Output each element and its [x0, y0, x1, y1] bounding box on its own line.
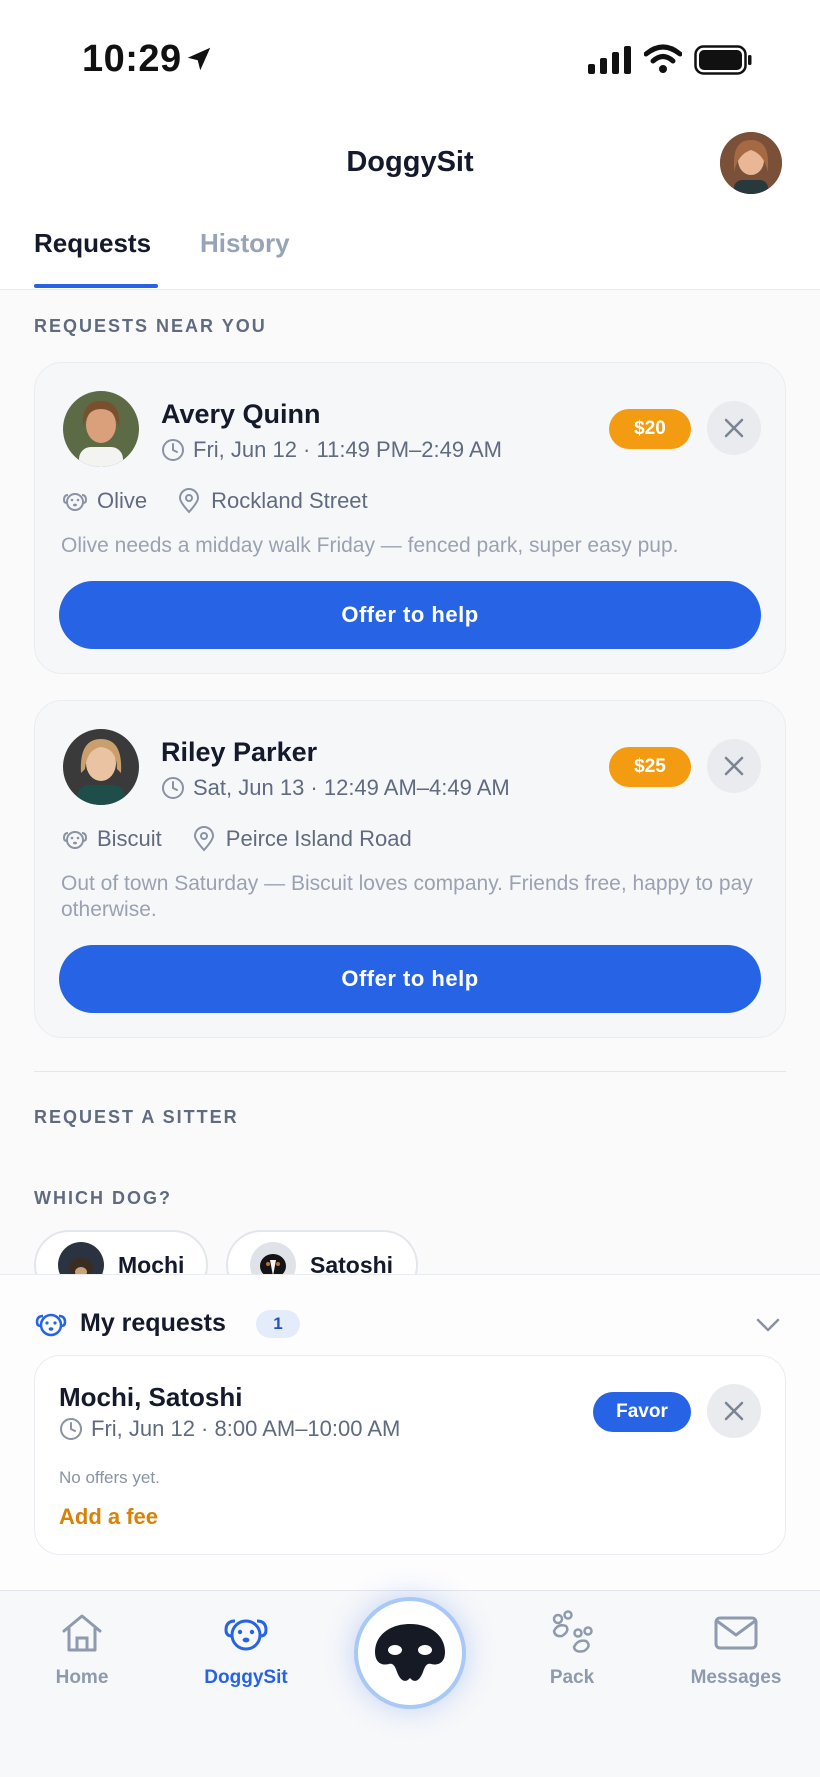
nav-label: Pack [549, 1667, 595, 1688]
clock-icon [162, 439, 184, 461]
bottom-nav: Home DoggySit Pack Messages [0, 1590, 820, 1777]
status-time: 10:29 [82, 38, 182, 80]
request-meta: Olive Rockland Street [61, 487, 396, 515]
my-request-status: No offers yet. [59, 1468, 160, 1487]
request-description: Olive needs a midday walk Friday — fence… [61, 534, 679, 557]
favor-badge: Favor [593, 1392, 691, 1432]
requester-name: Avery Quinn [161, 399, 321, 429]
nav-item-doggysit[interactable]: DoggySit [176, 1609, 316, 1689]
status-bar: 10:29 [0, 0, 820, 110]
dog-name: Olive [97, 488, 148, 513]
section-label-nearby: REQUESTS NEAR YOU [34, 316, 267, 336]
offer-to-help-button[interactable]: Offer to help [59, 581, 761, 649]
nav-item-home[interactable]: Home [12, 1609, 152, 1689]
section-label-which-dog: WHICH DOG? [34, 1188, 172, 1208]
dismiss-button[interactable] [707, 401, 761, 455]
my-request-dogs: Mochi, Satoshi [59, 1382, 243, 1412]
avatar-photo [720, 132, 782, 194]
dog-face-icon [35, 1313, 67, 1337]
section-label-request-sitter: REQUEST A SITTER [34, 1107, 239, 1127]
tab-requests[interactable]: Requests [34, 228, 151, 259]
map-pin-icon [193, 826, 214, 852]
price-badge: $20 [609, 409, 691, 449]
dog-face-icon [62, 493, 88, 511]
nav-item-messages[interactable]: Messages [666, 1609, 806, 1689]
offer-to-help-button[interactable]: Offer to help [59, 945, 761, 1013]
clock-icon [162, 777, 184, 799]
request-time: Fri, Jun 12 · 11:49 PM–2:49 AM [161, 437, 502, 463]
request-time-text: Fri, Jun 12 · 11:49 PM–2:49 AM [193, 437, 502, 462]
request-meta: Biscuit Peirce Island Road [61, 825, 440, 853]
nav-item-pack[interactable]: Pack [502, 1609, 642, 1689]
clock-icon [60, 1418, 82, 1440]
my-request-card: Mochi, Satoshi Fri, Jun 12 · 8:00 AM–10:… [34, 1355, 786, 1555]
dog-name: Biscuit [97, 826, 162, 851]
requester-avatar [63, 391, 139, 467]
nav-label: DoggySit [204, 1667, 288, 1688]
dismiss-button[interactable] [707, 739, 761, 793]
active-tab-indicator [34, 284, 158, 288]
my-requests-title: My requests [80, 1309, 226, 1337]
requester-name: Riley Parker [161, 737, 318, 767]
battery-icon [694, 45, 752, 75]
request-card: Riley Parker Sat, Jun 13 · 12:49 AM–4:49… [34, 700, 786, 1038]
tab-history[interactable]: History [200, 228, 290, 259]
add-fee-link[interactable]: Add a fee [59, 1504, 158, 1530]
map-pin-icon [179, 488, 200, 514]
my-request-time: Fri, Jun 12 · 8:00 AM–10:00 AM [59, 1416, 400, 1442]
close-icon [724, 1401, 744, 1421]
nav-label: Home [55, 1667, 109, 1688]
location-arrow-icon [187, 47, 211, 71]
price-badge: $25 [609, 747, 691, 787]
section-divider [34, 1071, 786, 1072]
cancel-request-button[interactable] [707, 1384, 761, 1438]
location-name: Rockland Street [211, 488, 368, 513]
center-action-button[interactable] [354, 1597, 466, 1709]
location-info: Peirce Island Road [190, 825, 412, 853]
page-title: DoggySit [346, 146, 474, 178]
app-header: DoggySit Requests History [0, 110, 820, 290]
request-card: Avery Quinn Fri, Jun 12 · 11:49 PM–2:49 … [34, 362, 786, 674]
request-time: Sat, Jun 13 · 12:49 AM–4:49 AM [161, 775, 510, 801]
my-requests-count-badge: 1 [256, 1310, 300, 1338]
home-icon [62, 1614, 102, 1652]
dog-info: Biscuit [61, 825, 162, 853]
location-name: Peirce Island Road [225, 826, 412, 851]
dog-info: Olive [61, 487, 147, 515]
close-icon [724, 418, 744, 438]
request-time-text: Sat, Jun 13 · 12:49 AM–4:49 AM [193, 775, 510, 800]
dog-face-icon [224, 1619, 268, 1651]
my-request-time-text: Fri, Jun 12 · 8:00 AM–10:00 AM [91, 1416, 401, 1441]
my-requests-panel: My requests 1 Mochi, Satoshi Fri, Jun 12… [0, 1274, 820, 1590]
request-description: Out of town Saturday — Biscuit loves com… [61, 872, 753, 921]
paw-prints-icon [552, 1610, 593, 1653]
profile-avatar[interactable] [720, 132, 782, 194]
requester-avatar [63, 729, 139, 805]
location-info: Rockland Street [175, 487, 368, 515]
dog-face-icon [62, 831, 88, 849]
mail-icon [714, 1616, 758, 1650]
close-icon [724, 756, 744, 776]
nav-label: Messages [690, 1667, 782, 1688]
wifi-icon [644, 44, 682, 73]
chevron-down-icon[interactable] [754, 1313, 782, 1337]
dog-nose-icon [375, 1624, 445, 1681]
cellular-signal-icon [588, 46, 631, 74]
